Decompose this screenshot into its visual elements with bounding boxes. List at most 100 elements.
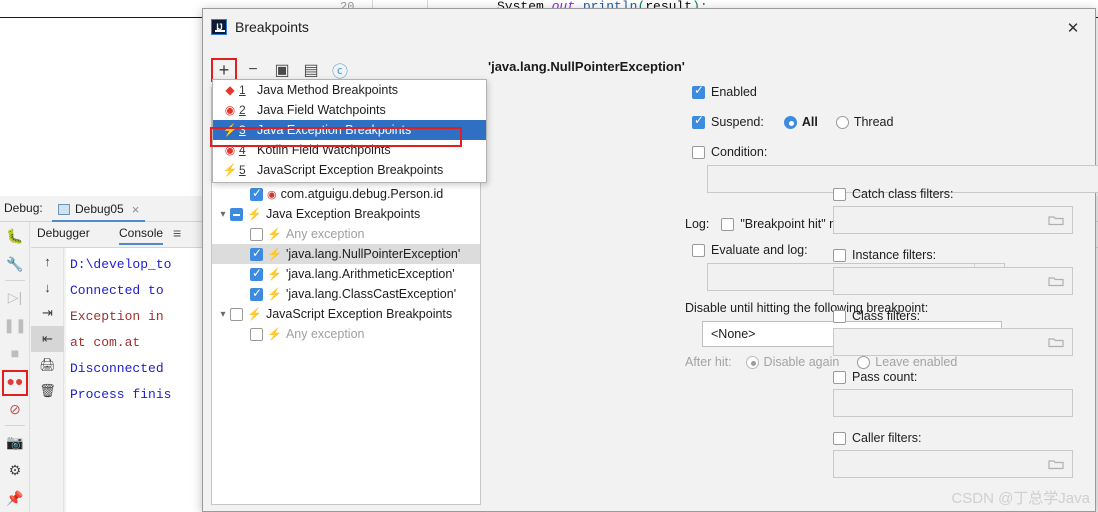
class-filters-label-row[interactable]: Class filters: — [833, 309, 1089, 323]
folder-icon[interactable] — [1048, 458, 1064, 470]
bug-icon[interactable]: 🐛 — [0, 222, 30, 250]
debug-session-tab[interactable]: Debug05 × — [52, 198, 146, 222]
pass-count-label-row[interactable]: Pass count: — [833, 370, 1089, 384]
divider-2 — [4, 425, 25, 426]
caller-filters-label-row[interactable]: Caller filters: — [833, 431, 1089, 445]
menu-item-java-exception-breakpoints[interactable]: ⚡ 3 Java Exception Breakpoints — [213, 120, 486, 140]
condition-checkbox[interactable] — [692, 145, 705, 159]
evaluate-and-log-checkbox[interactable] — [692, 243, 705, 257]
folder-icon[interactable] — [1048, 336, 1064, 348]
divider — [4, 280, 25, 281]
condition-row[interactable]: Condition: — [692, 145, 767, 159]
chevron-down-icon[interactable]: ▾ — [216, 309, 230, 320]
tab-debugger[interactable]: Debugger — [37, 226, 90, 240]
pass-count-checkbox[interactable] — [833, 370, 846, 384]
class-filters-checkbox[interactable] — [833, 309, 846, 323]
diamond-icon: ◆ — [225, 83, 235, 97]
wrench-icon[interactable]: 🔧 — [0, 250, 30, 278]
menu-item-number: 5 — [239, 163, 246, 177]
menu-item-java-method-breakpoints[interactable]: ◆ 1 Java Method Breakpoints — [213, 80, 486, 100]
checkbox[interactable] — [250, 266, 263, 281]
suspend-all-radio[interactable]: All — [783, 115, 818, 129]
tree-row[interactable]: ⚡ 'java.lang.NullPointerException' — [212, 244, 480, 264]
chevron-down-icon[interactable]: ▾ — [216, 209, 230, 220]
checkbox[interactable] — [250, 227, 263, 241]
filters-column: Catch class filters: Instance filters: C… — [833, 187, 1089, 492]
menu-item-java-field-watchpoints[interactable]: ◉ 2 Java Field Watchpoints — [213, 100, 486, 120]
log-message-checkbox[interactable] — [721, 217, 735, 231]
console-output[interactable]: D:\develop_to Connected to Exception in … — [66, 248, 206, 512]
suspend-thread-radio[interactable]: Thread — [835, 115, 894, 129]
menu-item-number: 1 — [239, 83, 246, 97]
tree-row[interactable]: ▾ ⚡ Java Exception Breakpoints — [212, 204, 480, 224]
pause-icon[interactable]: ❚❚ — [0, 311, 30, 339]
resume-icon[interactable]: ▷| — [0, 283, 30, 311]
enabled-checkbox[interactable] — [692, 83, 705, 99]
pin-icon[interactable]: 📌 — [0, 484, 30, 512]
suspend-thread-label: Thread — [853, 115, 894, 129]
instance-filters-input[interactable] — [833, 267, 1073, 295]
tree-row[interactable]: ⚡ Any exception — [212, 324, 480, 344]
suspend-checkbox[interactable] — [692, 113, 705, 129]
checkbox[interactable] — [250, 246, 263, 261]
catch-class-filters-label-row[interactable]: Catch class filters: — [833, 187, 1089, 201]
tree-row[interactable]: ⚡ 'java.lang.ArithmeticException' — [212, 264, 480, 284]
radio-icon — [835, 115, 849, 129]
scroll-to-end-icon[interactable]: ⇤ — [31, 326, 64, 352]
checkbox[interactable] — [250, 286, 263, 301]
bolt-icon: ⚡ — [267, 327, 282, 341]
suspend-all-label: All — [801, 115, 818, 129]
evaluate-and-log-row[interactable]: Evaluate and log: — [692, 243, 808, 257]
tab-console[interactable]: Console — [119, 226, 164, 245]
after-hit-disable-again-radio[interactable]: Disable again — [745, 355, 839, 369]
checkbox[interactable] — [250, 186, 263, 201]
instance-filters-checkbox[interactable] — [833, 248, 846, 262]
checkbox[interactable] — [250, 327, 263, 341]
folder-icon[interactable] — [1048, 275, 1064, 287]
bolt-icon: ⚡ — [267, 227, 282, 241]
console-toolbar: ↑ ↓ ⇥ ⇤ 🖨 🗑 — [31, 248, 64, 512]
dialog-titlebar: IJ Breakpoints ✕ — [203, 9, 1095, 45]
stop-icon[interactable]: ■ — [0, 339, 30, 367]
bolt-icon: ⚡ — [267, 247, 282, 261]
settings-icon[interactable]: ⚙ — [0, 456, 30, 484]
print-icon[interactable]: 🖨 — [31, 352, 64, 378]
caller-filters-input[interactable] — [833, 450, 1073, 478]
radio-icon — [745, 355, 759, 369]
up-arrow-icon[interactable]: ↑ — [31, 248, 64, 274]
tree-row[interactable]: ⚡ Any exception — [212, 224, 480, 244]
close-icon[interactable]: × — [132, 202, 140, 217]
hamburger-menu-icon[interactable]: ≡ — [173, 225, 181, 241]
mute-breakpoints-icon[interactable]: ⊘ — [0, 395, 30, 423]
menu-item-kotlin-field-watchpoints[interactable]: ◉ 4 Kotlin Field Watchpoints — [213, 140, 486, 160]
close-icon[interactable]: ✕ — [1061, 17, 1085, 39]
instance-filters-block: Instance filters: — [833, 248, 1089, 295]
soft-wrap-icon[interactable]: ⇥ — [31, 300, 64, 326]
menu-item-number: 3 — [239, 123, 246, 137]
suspend-label: Suspend: — [711, 115, 764, 129]
caller-filters-block: Caller filters: — [833, 431, 1089, 478]
menu-item-javascript-exception-breakpoints[interactable]: ⚡ 5 JavaScript Exception Breakpoints — [213, 160, 486, 180]
tree-row[interactable]: ▾ ⚡ JavaScript Exception Breakpoints — [212, 304, 480, 324]
instance-filters-label: Instance filters: — [852, 248, 937, 262]
folder-icon[interactable] — [1048, 214, 1064, 226]
checkbox[interactable] — [230, 207, 243, 221]
pass-count-input[interactable] — [833, 389, 1073, 417]
intellij-icon: IJ — [211, 19, 227, 35]
tree-row-label: 'java.lang.ArithmeticException' — [285, 267, 455, 281]
instance-filters-label-row[interactable]: Instance filters: — [833, 248, 1089, 262]
class-filters-input[interactable] — [833, 328, 1073, 356]
catch-class-filters-input[interactable] — [833, 206, 1073, 234]
catch-class-filters-checkbox[interactable] — [833, 187, 846, 201]
tree-row[interactable]: ⚡ 'java.lang.ClassCastException' — [212, 284, 480, 304]
enabled-checkbox-row[interactable]: Enabled — [692, 83, 757, 99]
down-arrow-icon[interactable]: ↓ — [31, 274, 64, 300]
camera-icon[interactable]: 📷 — [0, 428, 30, 456]
add-breakpoint-menu[interactable]: ◆ 1 Java Method Breakpoints ◉ 2 Java Fie… — [212, 79, 487, 183]
checkbox[interactable] — [230, 307, 243, 321]
dialog-title: Breakpoints — [235, 19, 309, 35]
tree-row[interactable]: ◉ com.atguigu.debug.Person.id — [212, 184, 480, 204]
menu-item-number: 2 — [239, 103, 246, 117]
trash-icon[interactable]: 🗑 — [31, 378, 64, 404]
caller-filters-checkbox[interactable] — [833, 431, 846, 445]
